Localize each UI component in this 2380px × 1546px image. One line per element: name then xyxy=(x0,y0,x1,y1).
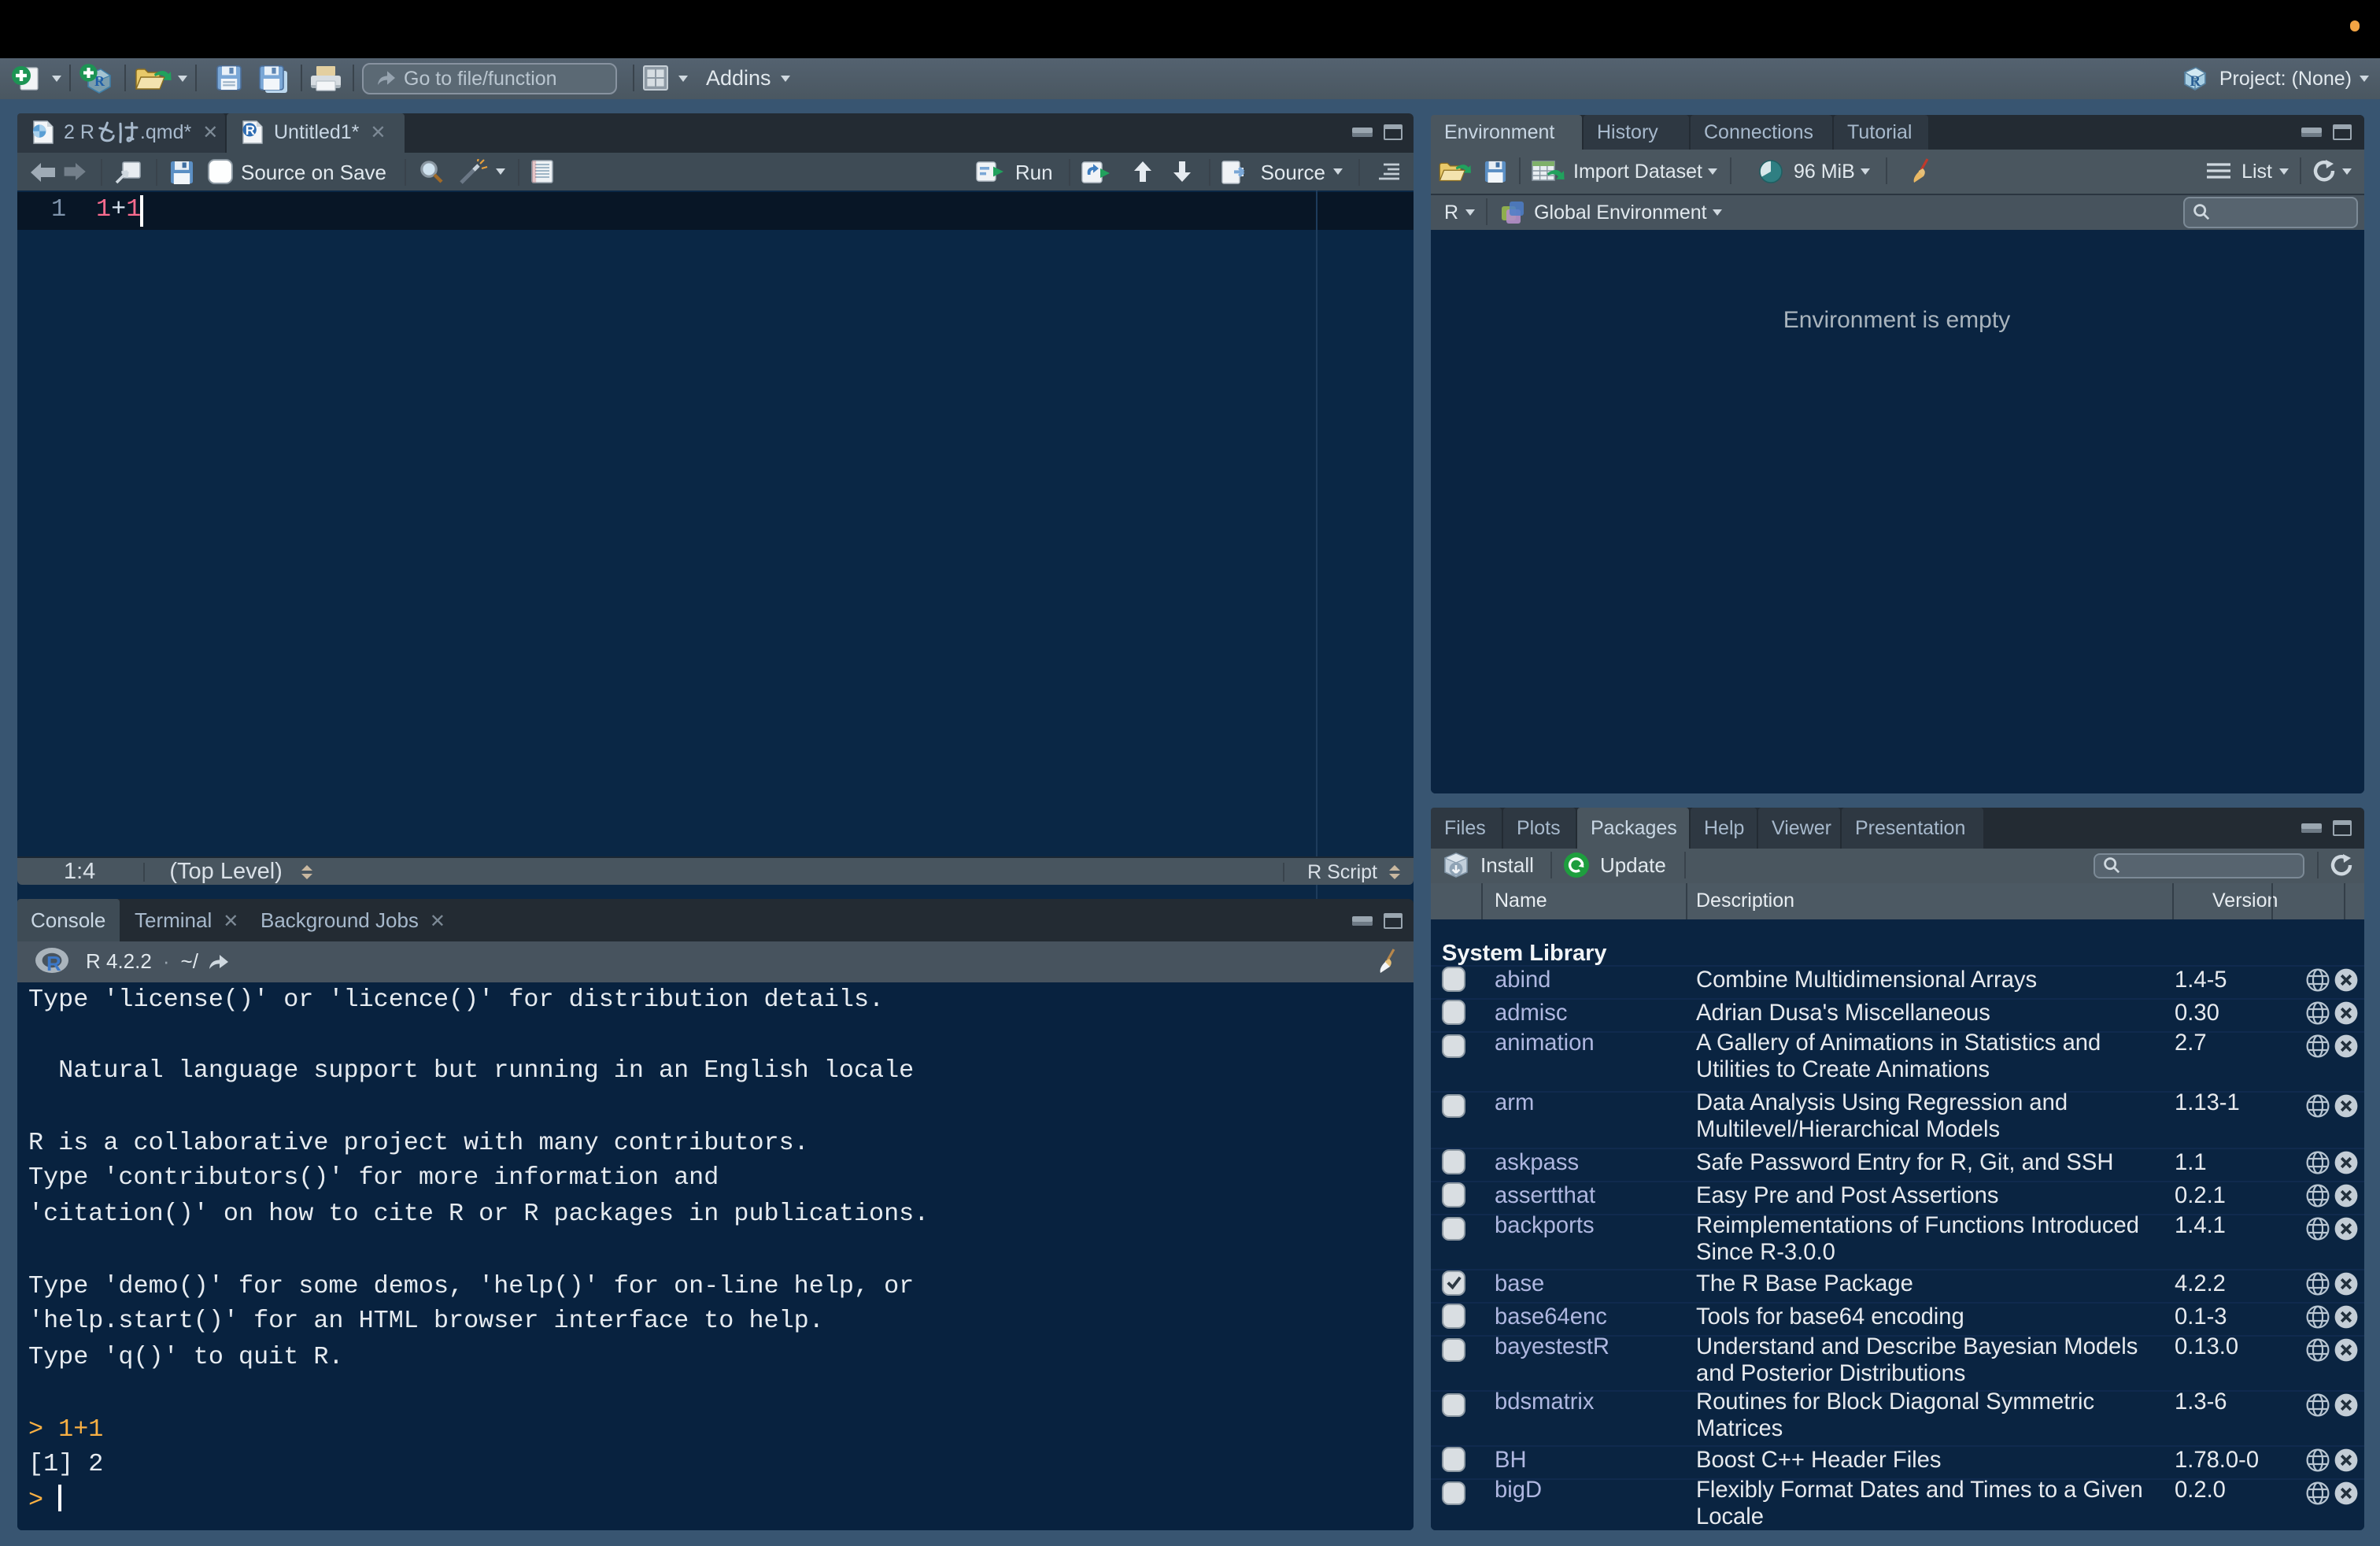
svg-text:R: R xyxy=(246,124,255,139)
svg-text:R: R xyxy=(46,952,61,976)
svg-text:R: R xyxy=(2190,73,2201,90)
